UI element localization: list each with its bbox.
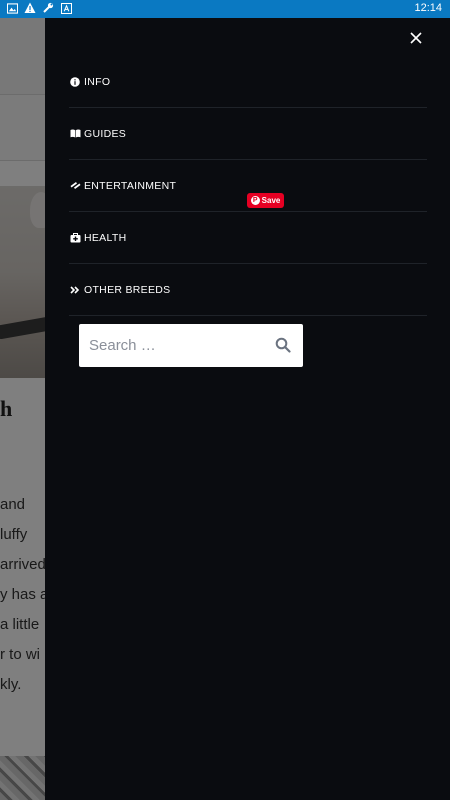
menu-item-other-breeds[interactable]: OTHER BREEDS: [69, 264, 427, 316]
search-input[interactable]: [87, 336, 271, 355]
menu-item-label: OTHER BREEDS: [84, 283, 171, 296]
image-icon: [6, 2, 18, 14]
pinterest-save-label: Save: [261, 196, 281, 205]
drawer-menu: INFO GUIDES ENTERTAINMENT HEALTH OTHER B…: [69, 56, 427, 316]
menu-item-label: INFO: [84, 75, 111, 88]
medkit-icon: [69, 232, 81, 244]
menu-item-label: GUIDES: [84, 127, 127, 140]
close-icon: [410, 32, 422, 44]
status-time: 12:14: [414, 2, 442, 14]
double-chevron-right-icon: [69, 284, 81, 296]
book-icon: [69, 128, 81, 140]
warning-icon: [24, 2, 36, 14]
pinterest-icon: P: [250, 196, 260, 205]
menu-item-label: ENTERTAINMENT: [84, 179, 177, 192]
menu-item-info[interactable]: INFO: [69, 56, 427, 108]
wrench-icon: [42, 2, 54, 14]
menu-item-guides[interactable]: GUIDES: [69, 108, 427, 160]
navigation-drawer: INFO GUIDES ENTERTAINMENT HEALTH OTHER B…: [45, 18, 450, 800]
pinterest-save-button[interactable]: P Save: [247, 193, 284, 208]
status-icons: [6, 2, 72, 14]
status-bar: 12:14: [0, 0, 450, 18]
close-button[interactable]: [408, 30, 424, 46]
ticket-icon: [69, 180, 81, 192]
menu-item-health[interactable]: HEALTH: [69, 212, 427, 264]
search-form: [79, 324, 303, 367]
info-icon: [69, 76, 81, 88]
search-icon[interactable]: [275, 337, 291, 353]
a-icon: [60, 2, 72, 14]
menu-item-label: HEALTH: [84, 231, 127, 244]
